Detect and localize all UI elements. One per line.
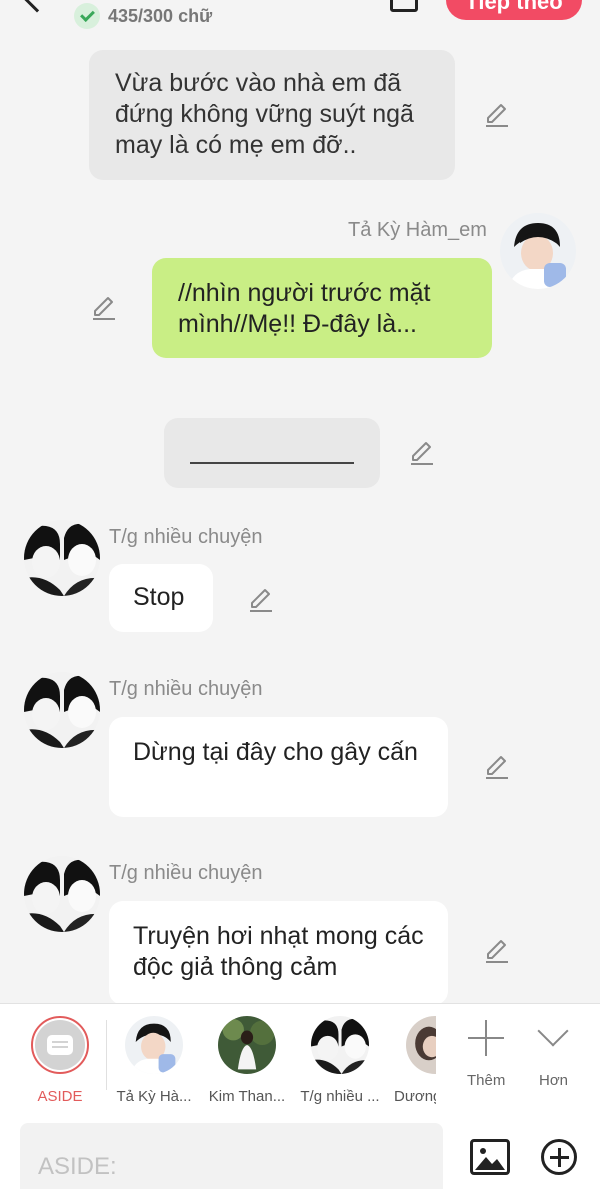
message-text: Vừa bước vào nhà em đã đứng không vững s… xyxy=(115,69,414,159)
sender-name: Tả Kỳ Hàm_em xyxy=(348,219,487,241)
add-circle-icon[interactable] xyxy=(541,1139,577,1175)
divider xyxy=(106,1020,107,1090)
avatar-ta-ky-ham[interactable] xyxy=(500,213,576,289)
edit-pencil-icon[interactable] xyxy=(91,295,117,321)
edit-pencil-icon[interactable] xyxy=(248,587,274,613)
sender-name: T/g nhiều chuyện xyxy=(109,862,263,884)
avatar xyxy=(406,1016,436,1074)
edit-pencil-icon[interactable] xyxy=(484,102,510,128)
avatar-tg-nhieu-chuyen[interactable] xyxy=(24,672,100,748)
next-button[interactable]: Tiếp theo xyxy=(446,0,582,20)
sender-name: T/g nhiều chuyện xyxy=(109,526,263,548)
char-count-status: 435/300 chữ xyxy=(74,3,212,29)
character-label: Kim Than... xyxy=(208,1088,286,1105)
aside-icon xyxy=(31,1016,89,1074)
message-input-bar xyxy=(0,1111,600,1189)
narration-bubble[interactable]: Vừa bước vào nhà em đã đứng không vững s… xyxy=(89,50,455,180)
divider-line xyxy=(190,462,354,464)
archive-icon[interactable] xyxy=(390,0,418,12)
edit-pencil-icon[interactable] xyxy=(484,754,510,780)
left-message-bubble[interactable]: Stop xyxy=(109,564,213,632)
left-message-bubble[interactable]: Dừng tại đây cho gây cấn xyxy=(109,717,448,817)
char-count: 435/300 chữ xyxy=(108,5,213,26)
top-bar: 435/300 chữ Tiếp theo xyxy=(0,0,600,34)
more-label[interactable]: Thêm xyxy=(467,1072,505,1089)
left-message-bubble[interactable]: Truyện hơi nhạt mong các độc giả thông c… xyxy=(109,901,448,1005)
message-text: Truyện hơi nhạt mong các độc giả thông c… xyxy=(133,922,424,981)
back-arrow-icon[interactable] xyxy=(21,0,53,13)
message-input[interactable] xyxy=(20,1123,443,1189)
character-label: T/g nhiều ... xyxy=(300,1088,380,1105)
character-aside[interactable]: ASIDE xyxy=(15,1016,105,1105)
edit-pencil-icon[interactable] xyxy=(484,938,510,964)
character-label: Tả Kỳ Hà... xyxy=(116,1088,192,1105)
edit-pencil-icon[interactable] xyxy=(409,440,435,466)
image-icon[interactable] xyxy=(470,1139,510,1175)
add-character-icon[interactable] xyxy=(468,1020,504,1056)
character-tg-nhieu-chuyen[interactable]: T/g nhiều ... xyxy=(295,1016,385,1105)
avatar-tg-nhieu-chuyen[interactable] xyxy=(24,856,100,932)
message-text: //nhìn người trước mặt mình//Mẹ!! Đ-đây … xyxy=(178,279,431,338)
sender-name: T/g nhiều chuyện xyxy=(109,678,263,700)
character-duong[interactable]: Dương xyxy=(388,1016,436,1105)
check-icon xyxy=(74,3,100,29)
message-text: Dừng tại đây cho gây cấn xyxy=(133,738,418,766)
chevron-down-icon[interactable] xyxy=(537,1015,569,1047)
message-text: Stop xyxy=(133,583,185,611)
expand-label[interactable]: Hơn xyxy=(539,1072,568,1089)
character-label: ASIDE xyxy=(37,1088,83,1105)
right-message-bubble[interactable]: //nhìn người trước mặt mình//Mẹ!! Đ-đây … xyxy=(152,258,492,358)
character-label: Dương xyxy=(394,1088,436,1105)
character-selector-bar: ASIDE Tả Kỳ Hà... Kim Than... T/g nhiều … xyxy=(0,1003,600,1111)
avatar xyxy=(218,1016,276,1074)
avatar xyxy=(125,1016,183,1074)
character-ta-ky-ham[interactable]: Tả Kỳ Hà... xyxy=(109,1016,199,1105)
character-kim-than[interactable]: Kim Than... xyxy=(202,1016,292,1105)
divider-bubble[interactable] xyxy=(164,418,380,488)
avatar xyxy=(311,1016,369,1074)
avatar-tg-nhieu-chuyen[interactable] xyxy=(24,520,100,596)
